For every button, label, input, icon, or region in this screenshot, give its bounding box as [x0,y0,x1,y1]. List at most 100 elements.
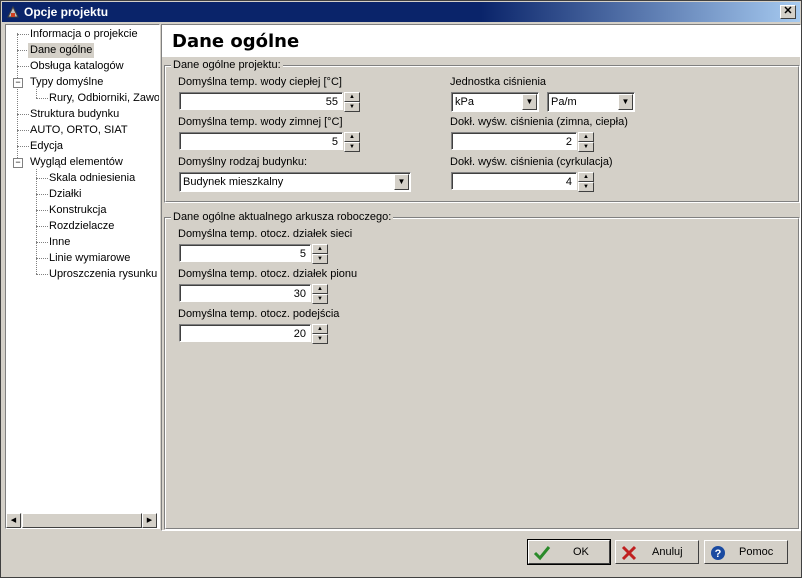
spin-up-icon[interactable]: ▲ [312,284,328,294]
dialog-window: Opcje projektu ✕ − − Informacja o projek… [0,0,802,578]
spin-up-icon[interactable]: ▲ [344,132,360,142]
spin-up-icon[interactable]: ▲ [344,92,360,102]
pressure-circulation-spinner[interactable]: 4 ▲ ▼ [451,172,595,192]
help-icon: ? [709,544,727,562]
tree-line [17,34,29,35]
arrow-right-icon: ▶ [146,517,153,524]
spin-down-icon[interactable]: ▼ [312,334,328,344]
hot-water-temp-spinner[interactable]: 55 ▲ ▼ [179,92,361,112]
network-temp-label: Domyślna temp. otocz. działek sieci [178,228,353,240]
tree-item-default-types[interactable]: Typy domyślne [30,75,103,90]
tree-line [36,274,48,275]
spin-down-icon[interactable]: ▼ [578,182,594,192]
cold-water-temp-label: Domyślna temp. wody zimnej [°C] [178,116,343,128]
tree-item-simplifications[interactable]: Uproszczenia rysunku [49,267,157,282]
collapse-icon[interactable]: − [13,158,23,168]
ok-label: OK [573,546,589,558]
window-title: Opcje projektu [24,5,109,19]
tree-item-construction[interactable]: Konstrukcja [49,203,106,218]
collapse-icon[interactable]: − [13,78,23,88]
tree-line [36,258,48,259]
settings-tree[interactable]: − − Informacja o projekcie Dane ogólne O… [5,24,160,529]
riser-temp-spinner[interactable]: 30 ▲ ▼ [179,284,329,304]
close-button[interactable]: ✕ [780,5,796,19]
tree-item-edit[interactable]: Edycja [30,139,63,154]
scroll-left-button[interactable]: ◀ [6,513,21,528]
tree-horizontal-scrollbar[interactable]: ◀ ▶ [6,513,157,528]
tree-item-dimension-lines[interactable]: Linie wymiarowe [49,251,130,266]
pressure-precision-label: Dokł. wyśw. ciśnienia (zimna, ciepła) [450,116,628,128]
tree-item-appearance[interactable]: Wygląd elementów [30,155,123,170]
spin-down-icon[interactable]: ▼ [312,294,328,304]
tree-line [36,178,48,179]
help-button[interactable]: ? Pomoc [704,540,788,564]
pressure-circulation-input[interactable]: 4 [451,172,577,190]
group-title: Dane ogólne projektu: [171,59,283,71]
close-icon: ✕ [783,5,793,17]
cancel-label: Anuluj [652,546,683,558]
tree-item-catalogs[interactable]: Obsługa katalogów [30,59,124,74]
dropdown-arrow-icon[interactable]: ▼ [394,174,409,190]
tree-item-manifolds[interactable]: Rozdzielacze [49,219,114,234]
title-bar: Opcje projektu ✕ [2,2,800,22]
spin-up-icon[interactable]: ▲ [578,132,594,142]
spin-up-icon[interactable]: ▲ [578,172,594,182]
tree-item-other[interactable]: Inne [49,235,70,250]
pressure-unit-value: kPa [455,96,474,108]
spin-up-icon[interactable]: ▲ [312,244,328,254]
worksheet-data-group: Dane ogólne aktualnego arkusza roboczego… [164,211,800,530]
network-temp-spinner[interactable]: 5 ▲ ▼ [179,244,329,264]
branch-temp-spinner[interactable]: 20 ▲ ▼ [179,324,329,344]
tree-item-pipes[interactable]: Rury, Odbiorniki, Zawory [49,91,159,106]
tree-item-sections[interactable]: Działki [49,187,81,202]
tree-item-building-structure[interactable]: Struktura budynku [30,107,119,122]
hot-water-temp-input[interactable]: 55 [179,92,343,110]
tree-item-auto[interactable]: AUTO, ORTO, SIAT [30,123,128,138]
tree-line [36,210,48,211]
tree-line [17,114,29,115]
pressure-gradient-unit-value: Pa/m [551,96,577,108]
pressure-circulation-label: Dokł. wyśw. ciśnienia (cyrkulacja) [450,156,613,168]
tree-line [17,66,29,67]
cancel-button[interactable]: Anuluj [615,540,699,564]
hot-water-temp-label: Domyślna temp. wody ciepłej [°C] [178,76,342,88]
cold-water-temp-input[interactable]: 5 [179,132,343,150]
tree-line [36,226,48,227]
spin-down-icon[interactable]: ▼ [578,142,594,152]
ok-button[interactable]: OK [527,539,611,565]
dropdown-arrow-icon[interactable]: ▼ [618,94,633,110]
scroll-thumb[interactable] [22,513,142,528]
spin-up-icon[interactable]: ▲ [312,324,328,334]
tree-line [36,89,37,98]
pressure-unit-label: Jednostka ciśnienia [450,76,547,88]
arrow-left-icon: ◀ [10,517,17,524]
tree-item-project-info[interactable]: Informacja o projekcie [30,27,138,42]
scroll-right-button[interactable]: ▶ [142,513,157,528]
pressure-unit-select[interactable]: kPa ▼ [451,92,539,112]
dropdown-arrow-icon[interactable]: ▼ [522,94,537,110]
help-label: Pomoc [739,546,774,558]
tree-line [36,194,48,195]
page-title: Dane ogólne [172,31,300,52]
building-type-select[interactable]: Budynek mieszkalny ▼ [179,172,411,192]
building-type-value: Budynek mieszkalny [183,176,284,188]
tree-line [17,130,29,131]
building-type-label: Domyślny rodzaj budynku: [178,156,308,168]
pressure-precision-input[interactable]: 2 [451,132,577,150]
cold-water-temp-spinner[interactable]: 5 ▲ ▼ [179,132,361,152]
branch-temp-input[interactable]: 20 [179,324,311,342]
riser-temp-input[interactable]: 30 [179,284,311,302]
pressure-precision-spinner[interactable]: 2 ▲ ▼ [451,132,595,152]
tree-line [36,242,48,243]
check-icon [533,544,551,562]
spin-down-icon[interactable]: ▼ [312,254,328,264]
x-icon [620,544,638,562]
network-temp-input[interactable]: 5 [179,244,311,262]
tree-item-general[interactable]: Dane ogólne [28,43,95,58]
pressure-gradient-unit-select[interactable]: Pa/m ▼ [547,92,635,112]
spin-down-icon[interactable]: ▼ [344,102,360,112]
tree-item-scale[interactable]: Skala odniesienia [49,171,135,186]
svg-text:?: ? [715,548,722,560]
project-data-group: Dane ogólne projektu: Domyślna temp. wod… [164,59,800,203]
spin-down-icon[interactable]: ▼ [344,142,360,152]
